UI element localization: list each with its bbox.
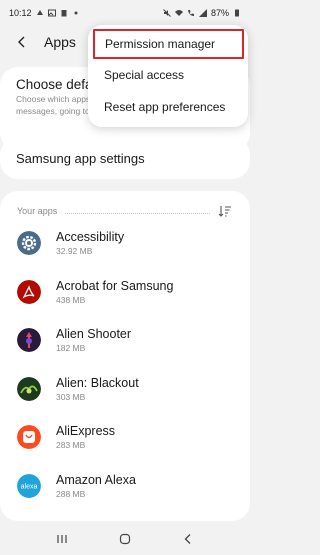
battery-percent: 87%: [210, 8, 229, 18]
status-right: 87%: [163, 8, 241, 18]
battery-icon: [233, 9, 241, 17]
back-arrow-icon: [18, 36, 25, 48]
gear-icon: [17, 231, 41, 256]
menu-item-special-access[interactable]: Special access: [88, 59, 248, 91]
app-size: 438 MB: [56, 294, 86, 305]
samsung-app-settings-card[interactable]: Samsung app settings: [0, 137, 250, 179]
recents-icon: [57, 535, 67, 543]
app-name: Alien Shooter: [56, 327, 132, 342]
samsung-app-settings-title: Samsung app settings: [16, 150, 145, 166]
app-row-alien-shooter[interactable]: Alien Shooter 182 MB: [0, 316, 250, 365]
menu-item-permission-manager[interactable]: Permission manager: [93, 29, 244, 59]
alien-blackout-icon: [17, 376, 41, 401]
app-size: 182 MB: [56, 343, 86, 354]
navigation-bar: [0, 523, 250, 555]
overflow-menu: Permission manager Special access Reset …: [88, 25, 248, 127]
app-size: 32.92 MB: [56, 246, 93, 257]
mute-icon: [163, 9, 171, 17]
chevron-left-icon: [184, 534, 191, 544]
app-row-amazon-alexa[interactable]: alexa Amazon Alexa 288 MB: [0, 462, 250, 511]
app-size: 283 MB: [56, 440, 86, 451]
app-name: Accessibility: [56, 230, 125, 245]
back-button[interactable]: [14, 34, 30, 50]
acrobat-icon: [17, 279, 41, 304]
your-apps-card: Your apps Accessibility 32.92 MB Acrobat…: [0, 191, 250, 521]
status-time: 10:12: [9, 8, 32, 18]
call-icon: [187, 9, 195, 17]
sort-icon[interactable]: [218, 204, 232, 218]
app-size: 303 MB: [56, 391, 86, 402]
app-name: Alien: Blackout: [56, 375, 139, 390]
page-title: Apps: [44, 34, 76, 50]
home-icon: [119, 533, 131, 545]
status-bar: 10:12 87%: [0, 0, 250, 26]
app-name: Acrobat for Samsung: [56, 278, 174, 293]
your-apps-label: Your apps: [17, 206, 58, 216]
home-button[interactable]: [115, 529, 135, 549]
dot-icon: [72, 9, 80, 17]
signal-icon: [198, 9, 207, 17]
gallery-icon: [47, 9, 56, 17]
back-nav-button[interactable]: [178, 529, 198, 549]
your-apps-header: Your apps: [0, 203, 250, 219]
app-name: Amazon Alexa: [56, 472, 136, 487]
status-left: 10:12: [9, 8, 80, 18]
section-divider: [65, 208, 210, 214]
alien-shooter-icon: [17, 328, 41, 353]
aliexpress-icon: [17, 425, 41, 450]
wifi-icon: [174, 9, 183, 17]
app-row-accessibility[interactable]: Accessibility 32.92 MB: [0, 219, 250, 268]
recent-apps-button[interactable]: [52, 529, 72, 549]
svg-text:alexa: alexa: [21, 483, 38, 490]
app-row-alien-blackout[interactable]: Alien: Blackout 303 MB: [0, 365, 250, 414]
app-row-acrobat[interactable]: Acrobat for Samsung 438 MB: [0, 268, 250, 317]
app-size: 288 MB: [56, 488, 86, 499]
app-name: AliExpress: [56, 424, 116, 439]
alexa-icon: alexa: [17, 473, 41, 498]
notification-icon: [36, 9, 44, 17]
menu-item-reset-app-preferences[interactable]: Reset app preferences: [88, 91, 248, 123]
clipboard-icon: [60, 9, 68, 17]
app-row-aliexpress[interactable]: AliExpress 283 MB: [0, 413, 250, 462]
